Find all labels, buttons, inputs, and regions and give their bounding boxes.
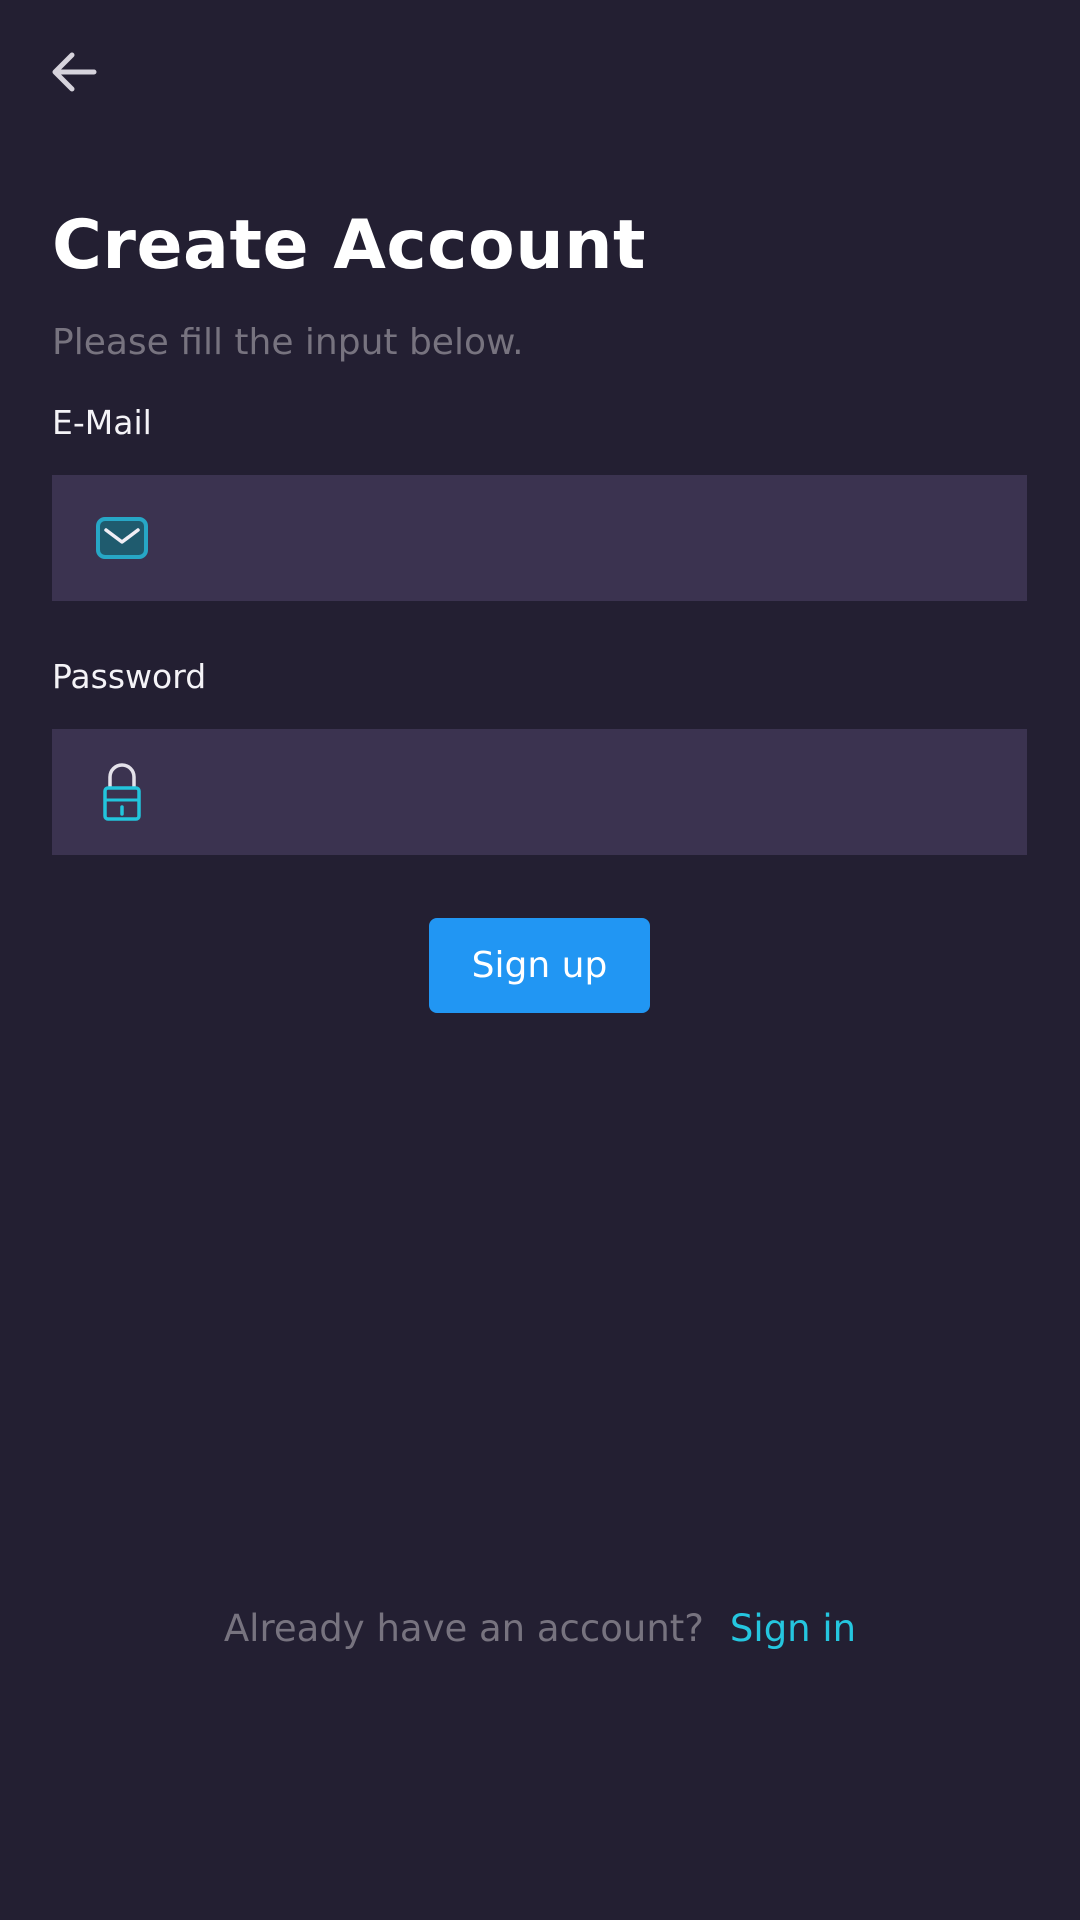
password-label: Password <box>52 657 207 696</box>
password-field[interactable] <box>167 729 1027 855</box>
email-field-container[interactable] <box>52 475 1027 601</box>
email-label: E-Mail <box>52 403 152 442</box>
page-title: Create Account <box>52 206 647 285</box>
envelope-icon <box>77 516 167 560</box>
back-button[interactable] <box>44 44 104 104</box>
signup-button[interactable]: Sign up <box>429 918 650 1013</box>
signin-prompt-text: Already have an account? <box>223 1607 704 1650</box>
signin-prompt: Already have an account? Sign in <box>0 1604 1080 1654</box>
password-field-container[interactable] <box>52 729 1027 855</box>
email-field[interactable] <box>167 475 1027 601</box>
arrow-left-icon <box>50 50 98 98</box>
signin-link[interactable]: Sign in <box>730 1604 856 1654</box>
lock-icon <box>77 761 167 823</box>
page-subtitle: Please fill the input below. <box>52 322 524 363</box>
